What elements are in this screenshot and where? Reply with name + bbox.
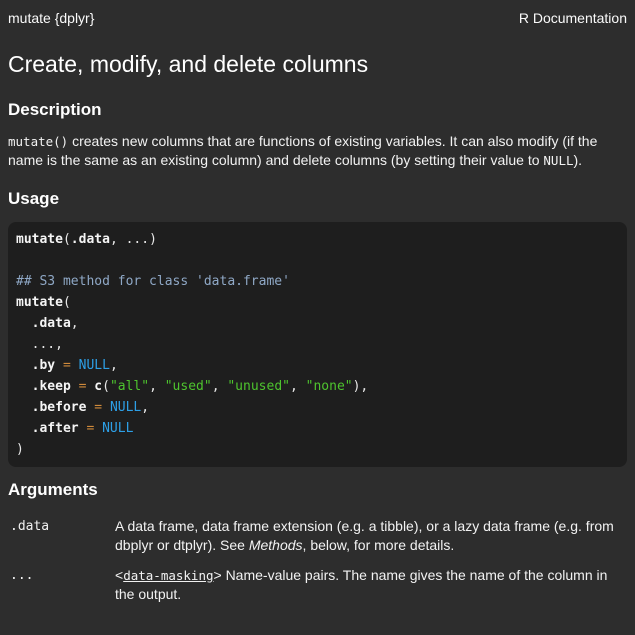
code-token-pl: (	[102, 379, 110, 394]
section-heading-arguments: Arguments	[8, 480, 98, 499]
doc-source-label: R Documentation	[518, 10, 627, 26]
code-line: )	[16, 439, 619, 460]
data-masking-link[interactable]: data-masking	[123, 568, 213, 583]
argument-term-data: .data	[10, 519, 50, 534]
code-token-pl: ,	[141, 400, 150, 415]
doc-header: mutate {dplyr} R Documentation	[8, 10, 627, 26]
code-token-id: .before	[31, 400, 87, 415]
code-token-cm: ## S3 method for class 'data.frame'	[16, 274, 290, 289]
code-token-st: "used"	[164, 379, 212, 394]
text-token: <	[115, 567, 124, 583]
code-token-pl: , ...)	[109, 232, 157, 247]
code-token-id: .data	[70, 232, 110, 247]
code-token-op: =	[94, 400, 103, 415]
arguments-table: .data A data frame, data frame extension…	[8, 517, 627, 604]
code-token-st: "unused"	[227, 379, 290, 394]
code-line: .before = NULL,	[16, 397, 619, 418]
code-token-pl: ,	[70, 316, 79, 331]
code-line: .by = NULL,	[16, 355, 619, 376]
text-token: mutate()	[8, 134, 69, 149]
code-token-pl: ,	[149, 379, 165, 394]
code-token-st: "none"	[305, 379, 353, 394]
code-token-id: mutate	[16, 295, 63, 310]
code-token-id: mutate	[16, 232, 63, 247]
text-token: ).	[573, 152, 583, 168]
section-heading-description: Description	[8, 100, 102, 119]
page-title: Create, modify, and delete columns	[8, 51, 369, 77]
code-token-id: .by	[31, 358, 56, 373]
code-token-id: .data	[31, 316, 71, 331]
code-token-id: .after	[31, 421, 79, 436]
code-token-pl: ,	[289, 379, 306, 394]
text-token: creates new columns that are functions o…	[8, 133, 598, 168]
code-token-kw: NULL	[102, 421, 134, 436]
text-token: , below, for more details.	[302, 537, 455, 553]
code-line: .data,	[16, 313, 619, 334]
argument-term-dots: ...	[10, 568, 34, 583]
code-line: .after = NULL	[16, 418, 619, 439]
code-token-kw: NULL	[78, 358, 110, 373]
doc-topic-label: mutate {dplyr}	[8, 10, 95, 26]
code-token-op: =	[62, 358, 71, 373]
code-line: ...,	[16, 334, 619, 355]
code-token-pl: ,	[109, 358, 118, 373]
code-token-id: c	[94, 379, 103, 394]
argument-definition-dots: <data-masking> Name-value pairs. The nam…	[115, 566, 627, 604]
documentation-page: mutate {dplyr} R Documentation Create, m…	[0, 0, 635, 604]
code-token-id: .keep	[31, 379, 71, 394]
text-token: Methods	[248, 537, 303, 553]
code-line: .keep = c("all", "used", "unused", "none…	[16, 376, 619, 397]
code-token-pl: ),	[352, 379, 369, 394]
code-token-pl: )	[16, 442, 24, 457]
argument-definition-data: A data frame, data frame extension (e.g.…	[115, 517, 627, 555]
usage-code-block: mutate(.data, ...) ## S3 method for clas…	[8, 222, 627, 467]
section-heading-usage: Usage	[8, 189, 60, 208]
code-token-pl: (	[62, 295, 71, 310]
code-line: mutate(	[16, 292, 619, 313]
description-paragraph: mutate() creates new columns that are fu…	[8, 132, 627, 170]
code-line: mutate(.data, ...)	[16, 229, 619, 250]
code-line: ## S3 method for class 'data.frame'	[16, 271, 619, 292]
code-token-pl: ...,	[16, 337, 63, 352]
text-token: NULL	[543, 153, 574, 168]
code-token-kw: NULL	[109, 400, 142, 415]
code-token-pl: (	[62, 232, 71, 247]
code-token-st: "all"	[109, 379, 150, 394]
code-token-pl: ,	[211, 379, 228, 394]
